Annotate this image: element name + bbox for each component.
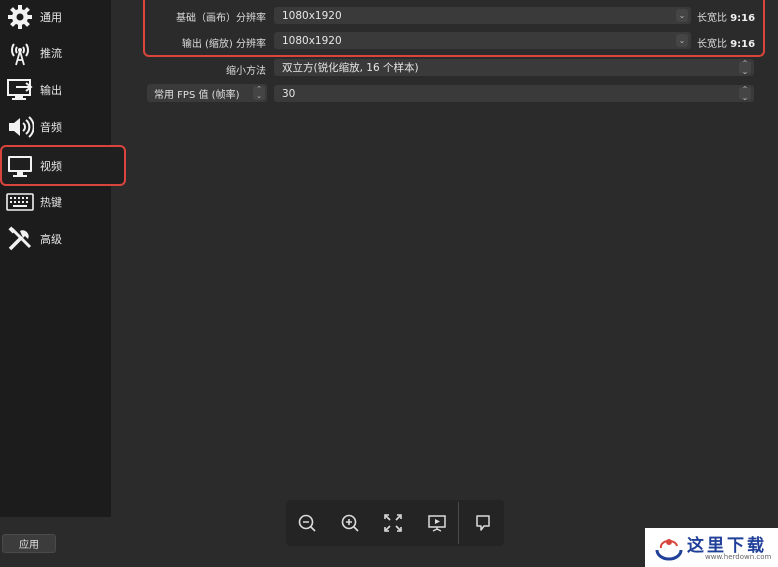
sidebar-item-advanced[interactable]: 高级 <box>2 222 123 256</box>
sidebar-item-label: 音频 <box>40 121 62 134</box>
sidebar-item-audio[interactable]: 音频 <box>2 110 123 144</box>
fps-type-select[interactable]: 常用 FPS 值 (帧率) ⌃ ⌄ <box>147 84 267 102</box>
fit-screen-button[interactable] <box>381 511 405 535</box>
watermark-logo-icon <box>655 539 683 561</box>
sidebar-item-label: 推流 <box>40 47 62 60</box>
base-resolution-field[interactable]: 1080x1920 ⌄ <box>274 7 691 24</box>
watermark: 这里下载 www.herdown.com <box>645 528 778 567</box>
output-resolution-label: 输出 (缩放) 分辨率 <box>181 39 266 50</box>
output-icon <box>5 75 35 105</box>
sidebar-item-general[interactable]: 通用 <box>2 0 123 34</box>
preview-toolbar <box>286 500 504 546</box>
monitor-icon <box>5 151 35 181</box>
keyboard-icon <box>5 187 35 217</box>
zoom-in-button[interactable] <box>338 511 362 535</box>
base-aspect-ratio-label: 长宽比 <box>697 13 727 24</box>
toolbar-divider <box>458 502 459 544</box>
broadcast-icon <box>5 38 35 68</box>
output-resolution-value: 1080x1920 <box>282 34 342 47</box>
base-aspect-ratio: 长宽比 9:16 <box>697 9 755 24</box>
downscale-filter-value: 双立方(锐化缩放, 16 个样本) <box>282 62 419 74</box>
sidebar-item-label: 输出 <box>40 84 62 97</box>
fps-type-value: 常用 FPS 值 (帧率) <box>154 89 240 101</box>
sidebar-item-output[interactable]: 输出 <box>2 73 123 107</box>
downscale-filter-select[interactable]: 双立方(锐化缩放, 16 个样本) ⌃ ⌄ <box>274 59 754 76</box>
speaker-icon <box>5 112 35 142</box>
base-resolution-value: 1080x1920 <box>282 9 342 22</box>
zoom-out-icon <box>298 514 316 532</box>
output-aspect-ratio-value: 9:16 <box>730 39 756 50</box>
downscale-filter-label: 缩小方法 <box>226 66 266 77</box>
settings-sidebar: 通用 推流 输出 音频 视频 热键 高级 <box>0 0 126 517</box>
zoom-out-button[interactable] <box>295 511 319 535</box>
select-arrows-icon[interactable]: ⌃ ⌄ <box>739 59 751 75</box>
fps-value: 30 <box>282 87 296 100</box>
watermark-url: www.herdown.com <box>705 553 772 561</box>
comment-icon <box>476 515 490 531</box>
output-aspect-ratio-label: 长宽比 <box>697 39 727 50</box>
sidebar-item-label: 高级 <box>40 233 62 246</box>
sidebar-item-label: 视频 <box>40 159 62 173</box>
output-resolution-field[interactable]: 1080x1920 ⌄ <box>274 32 691 49</box>
apply-button[interactable]: 应用 <box>2 534 56 553</box>
preview-icon <box>428 515 446 532</box>
gear-icon <box>5 2 35 32</box>
sidebar-item-label: 热键 <box>40 196 62 209</box>
select-arrows-icon[interactable]: ⌃ ⌄ <box>253 86 265 100</box>
chevron-down-icon[interactable]: ⌄ <box>676 9 688 22</box>
preview-button[interactable] <box>425 511 449 535</box>
tools-icon <box>5 224 35 254</box>
output-aspect-ratio: 长宽比 9:16 <box>697 35 755 50</box>
base-resolution-label: 基础（画布）分辨率 <box>176 13 266 24</box>
sidebar-item-video[interactable]: 视频 <box>0 145 126 186</box>
comment-button[interactable] <box>471 511 495 535</box>
select-arrows-icon[interactable]: ⌃ ⌄ <box>739 85 751 101</box>
sidebar-item-stream[interactable]: 推流 <box>2 36 123 70</box>
sidebar-item-label: 通用 <box>40 11 62 24</box>
fit-screen-icon <box>384 514 402 532</box>
base-aspect-ratio-value: 9:16 <box>730 13 756 24</box>
chevron-down-icon[interactable]: ⌄ <box>676 34 688 47</box>
fps-value-select[interactable]: 30 ⌃ ⌄ <box>274 85 754 102</box>
zoom-in-icon <box>341 514 359 532</box>
sidebar-item-hotkeys[interactable]: 热键 <box>2 185 123 219</box>
